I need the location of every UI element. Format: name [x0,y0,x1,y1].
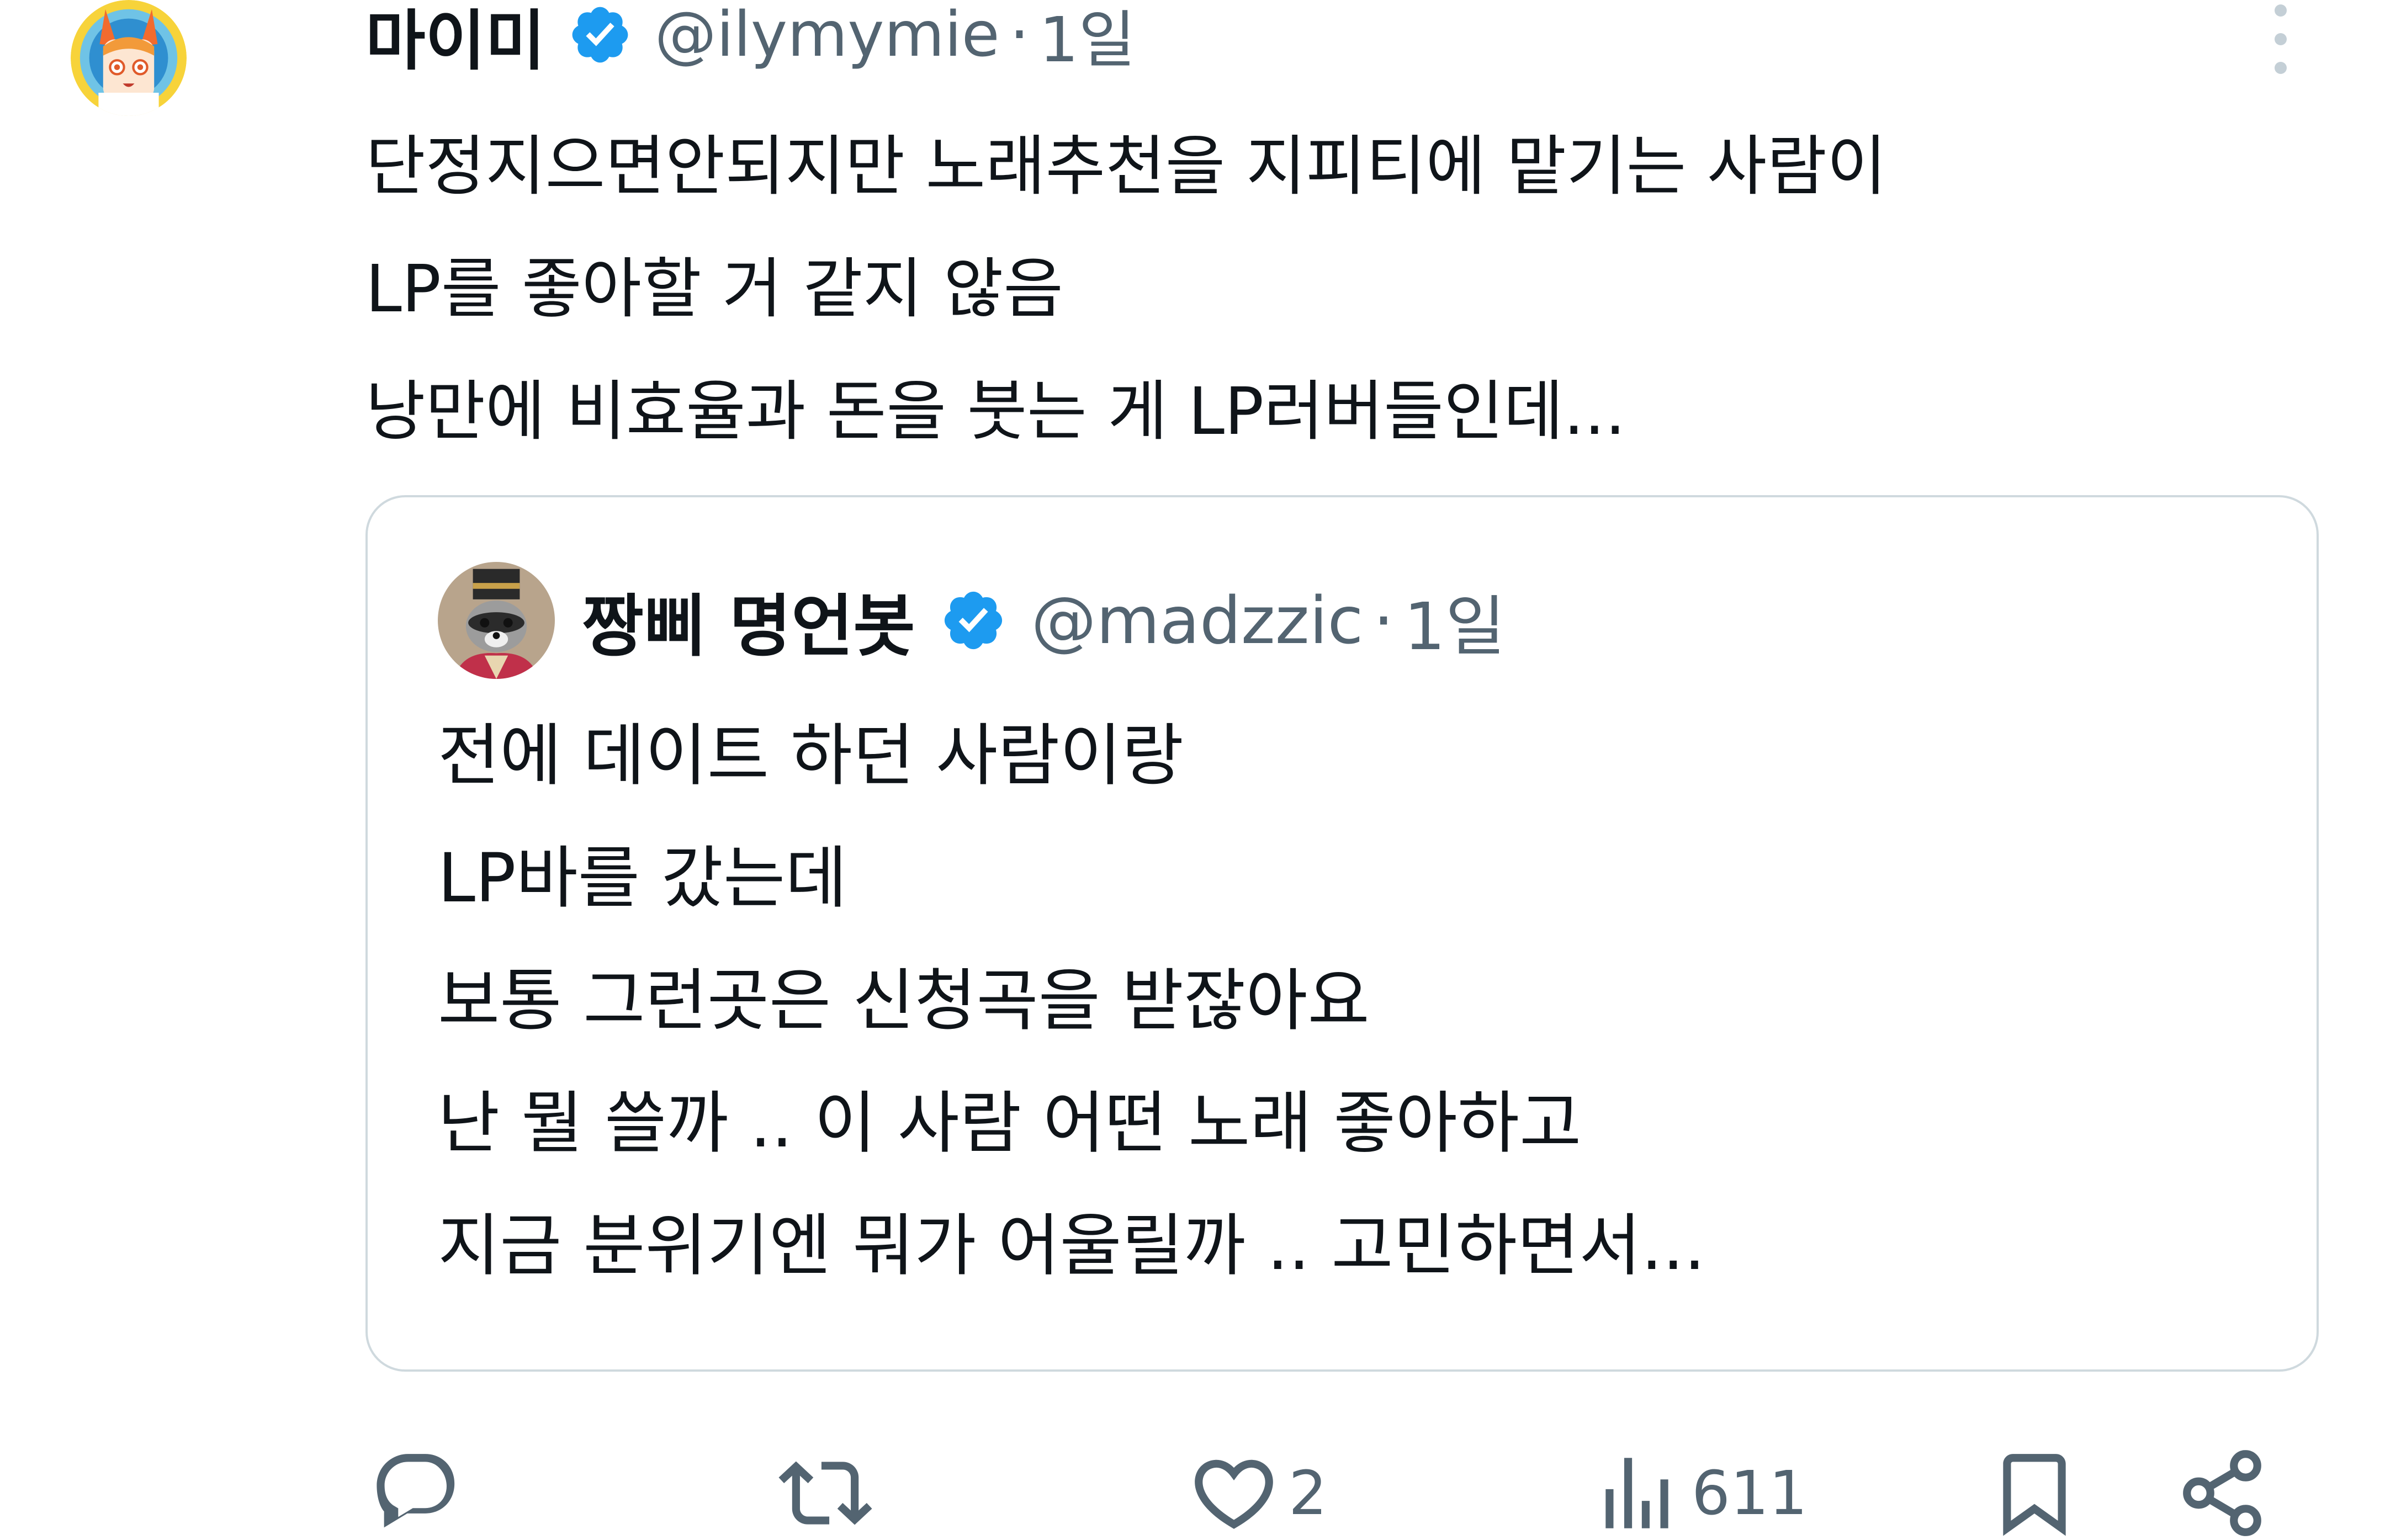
tweet-timestamp[interactable]: 1일 [1039,0,1135,79]
author-display-name[interactable]: 마이미 [365,0,545,82]
views-count: 611 [1692,1458,1808,1528]
quote-tweet-card[interactable]: 짱삐 명언봇 @madzzic · 1일 전에 데이트 하던 사람이랑 LP바를… [365,495,2319,1372]
quote-author-handle: @madzzic [1031,582,1364,659]
retweet-icon [778,1461,872,1525]
views-chart-icon [1605,1458,1668,1528]
quote-author-avatar [438,562,555,679]
quote-tweet-text: 전에 데이트 하던 사람이랑 LP바를 갔는데 보통 그런곳은 신청곡을 받잖아… [438,716,1705,1285]
tweet-action-bar: 2 611 [0,1424,2385,1536]
quote-author-name: 짱삐 명언봇 [582,587,915,666]
author-avatar[interactable] [71,0,187,116]
share-icon [2183,1450,2261,1536]
bookmark-button[interactable] [1988,1446,2081,1540]
reply-button[interactable] [370,1446,464,1540]
retweet-button[interactable] [778,1446,872,1540]
author-handle[interactable]: @ilymymie [655,0,1000,71]
header-separator: · [1009,0,1030,71]
views-button[interactable]: 611 [1590,1446,1808,1540]
quote-header-separator: · [1373,582,1394,659]
like-button[interactable]: 2 [1187,1446,1327,1540]
like-count: 2 [1289,1458,1327,1528]
heart-icon [1195,1459,1273,1529]
quote-verified-badge-icon [940,587,1007,654]
quote-timestamp: 1일 [1403,588,1506,665]
reply-icon [377,1454,455,1528]
tweet-text: 단정지으면안되지만 노래추천을 지피티에 맡기는 사람이 LP를 좋아할 거 같… [365,128,1887,449]
more-options-icon[interactable] [2264,0,2297,83]
bookmark-icon [2003,1454,2066,1536]
tweet-header: 마이미 @ilymymie · 1일 [365,0,1136,82]
verified-badge-icon[interactable] [568,2,633,67]
share-button[interactable] [2175,1446,2269,1540]
quote-header: 짱삐 명언봇 @madzzic · 1일 [582,575,1506,666]
